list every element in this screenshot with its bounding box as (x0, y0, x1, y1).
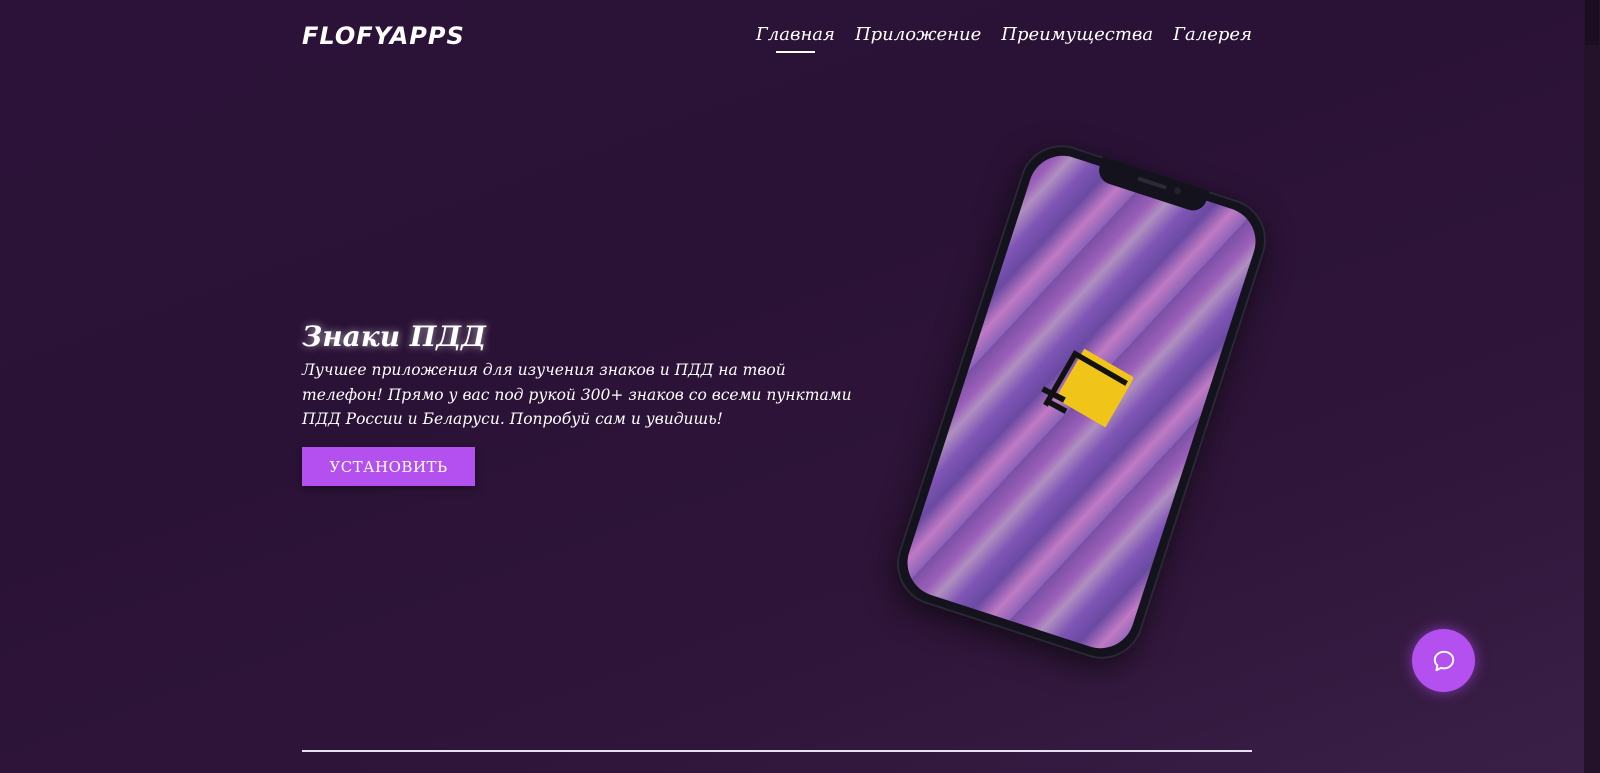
phone-mockup (886, 130, 1277, 670)
section-divider (302, 750, 1252, 752)
scrollbar[interactable] (1584, 0, 1600, 773)
chat-button[interactable] (1412, 629, 1475, 692)
nav-item-home[interactable]: Главная (756, 24, 835, 53)
app-logo-icon (1040, 348, 1134, 428)
scrollbar-thumb[interactable] (1585, 0, 1599, 45)
hero-title: Знаки ПДД (302, 320, 487, 353)
nav-item-app[interactable]: Приложение (855, 24, 981, 45)
main-nav: Главная Приложение Преимущества Галерея (756, 24, 1252, 53)
site-logo[interactable]: FLOFYAPPS (302, 22, 465, 50)
nav-item-gallery[interactable]: Галерея (1173, 24, 1252, 45)
install-button[interactable]: УСТАНОВИТЬ (302, 447, 475, 486)
phone-screen (898, 146, 1265, 658)
camera-icon (1172, 186, 1182, 196)
phone-frame (886, 134, 1277, 670)
chat-bubble-icon (1433, 650, 1454, 671)
nav-item-advantages[interactable]: Преимущества (1001, 24, 1153, 45)
speaker-icon (1136, 176, 1167, 190)
hero-description: Лучшее приложения для изучения знаков и … (302, 361, 852, 428)
